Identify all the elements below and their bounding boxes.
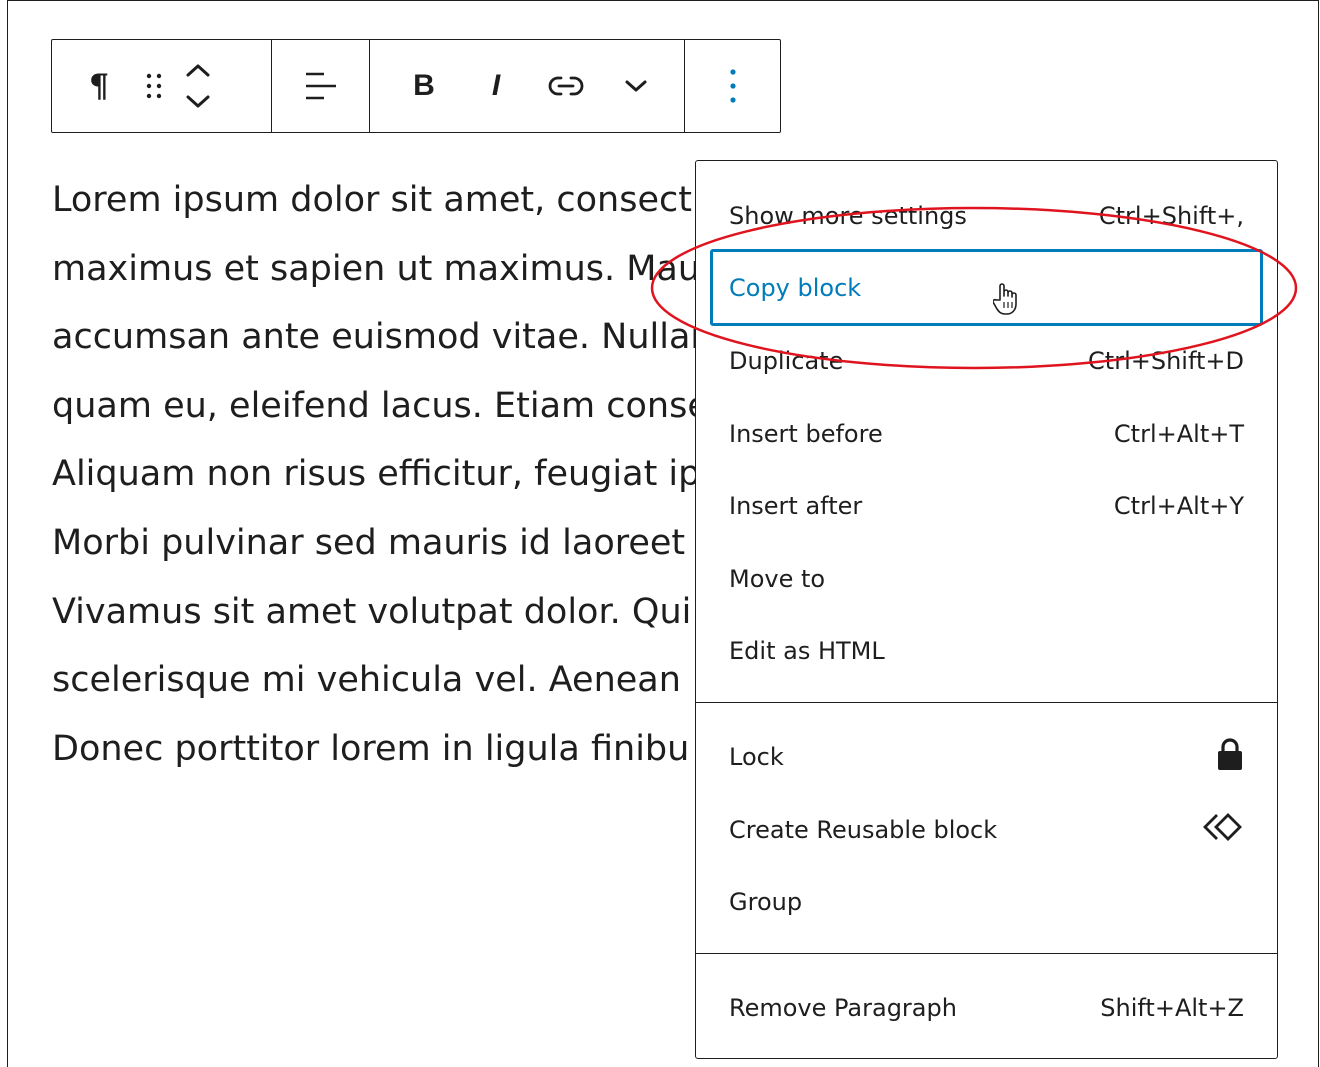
menu-item-create-reusable-block[interactable]: Create Reusable block	[710, 792, 1263, 868]
align-left-icon[interactable]	[301, 56, 341, 116]
menu-item-shortcut: Ctrl+Shift+D	[1088, 347, 1244, 375]
menu-item-label: Create Reusable block	[729, 816, 998, 844]
menu-item-duplicate[interactable]: Duplicate Ctrl+Shift+D	[710, 323, 1263, 399]
menu-item-label: Duplicate	[729, 347, 844, 375]
menu-item-label: Remove Paragraph	[729, 994, 957, 1022]
menu-item-group[interactable]: Group	[710, 864, 1263, 940]
menu-item-show-more-settings[interactable]: Show more settings Ctrl+Shift+,	[710, 178, 1263, 254]
menu-item-label: Insert after	[729, 492, 863, 520]
menu-item-shortcut: Shift+Alt+Z	[1100, 994, 1244, 1022]
paragraph-icon[interactable]: ¶	[82, 56, 116, 116]
menu-item-label: Show more settings	[729, 202, 967, 230]
menu-item-label: Insert before	[729, 420, 883, 448]
menu-item-edit-as-html[interactable]: Edit as HTML	[710, 613, 1263, 689]
options-group	[684, 40, 780, 132]
italic-button[interactable]: I	[478, 56, 514, 116]
more-vertical-icon[interactable]	[713, 56, 753, 116]
menu-item-label: Move to	[729, 565, 826, 593]
reusable-block-icon	[1202, 812, 1244, 848]
drag-handle-icon[interactable]	[132, 56, 176, 116]
menu-item-remove-paragraph[interactable]: Remove Paragraph Shift+Alt+Z	[710, 970, 1263, 1046]
block-controls-group: ¶	[52, 40, 271, 132]
menu-item-shortcut: Ctrl+Shift+,	[1098, 202, 1244, 230]
chevron-down-icon[interactable]	[616, 56, 656, 116]
alignment-group	[271, 40, 369, 132]
formatting-group: B I	[369, 40, 684, 132]
menu-item-shortcut: Ctrl+Alt+Y	[1113, 492, 1244, 520]
hand-pointer-cursor-icon	[992, 282, 1019, 320]
menu-divider	[696, 702, 1277, 703]
menu-item-insert-before[interactable]: Insert before Ctrl+Alt+T	[710, 396, 1263, 472]
menu-item-copy-block[interactable]: Copy block	[710, 249, 1263, 326]
lock-icon	[1216, 737, 1244, 777]
block-toolbar: ¶ B I	[51, 39, 781, 133]
menu-item-move-to[interactable]: Move to	[710, 541, 1263, 617]
menu-item-label: Lock	[729, 743, 784, 771]
menu-item-label: Edit as HTML	[729, 637, 885, 665]
menu-item-label: Copy block	[729, 273, 862, 302]
menu-divider	[696, 953, 1277, 954]
menu-item-insert-after[interactable]: Insert after Ctrl+Alt+Y	[710, 468, 1263, 544]
link-icon[interactable]	[546, 56, 586, 116]
menu-item-shortcut: Ctrl+Alt+T	[1113, 420, 1244, 448]
bold-button[interactable]: B	[406, 56, 442, 116]
chevron-up-down-icon[interactable]	[178, 56, 218, 116]
block-options-menu: Show more settings Ctrl+Shift+, Copy blo…	[695, 160, 1278, 1059]
menu-item-label: Group	[729, 888, 803, 916]
menu-item-lock[interactable]: Lock	[710, 719, 1263, 795]
